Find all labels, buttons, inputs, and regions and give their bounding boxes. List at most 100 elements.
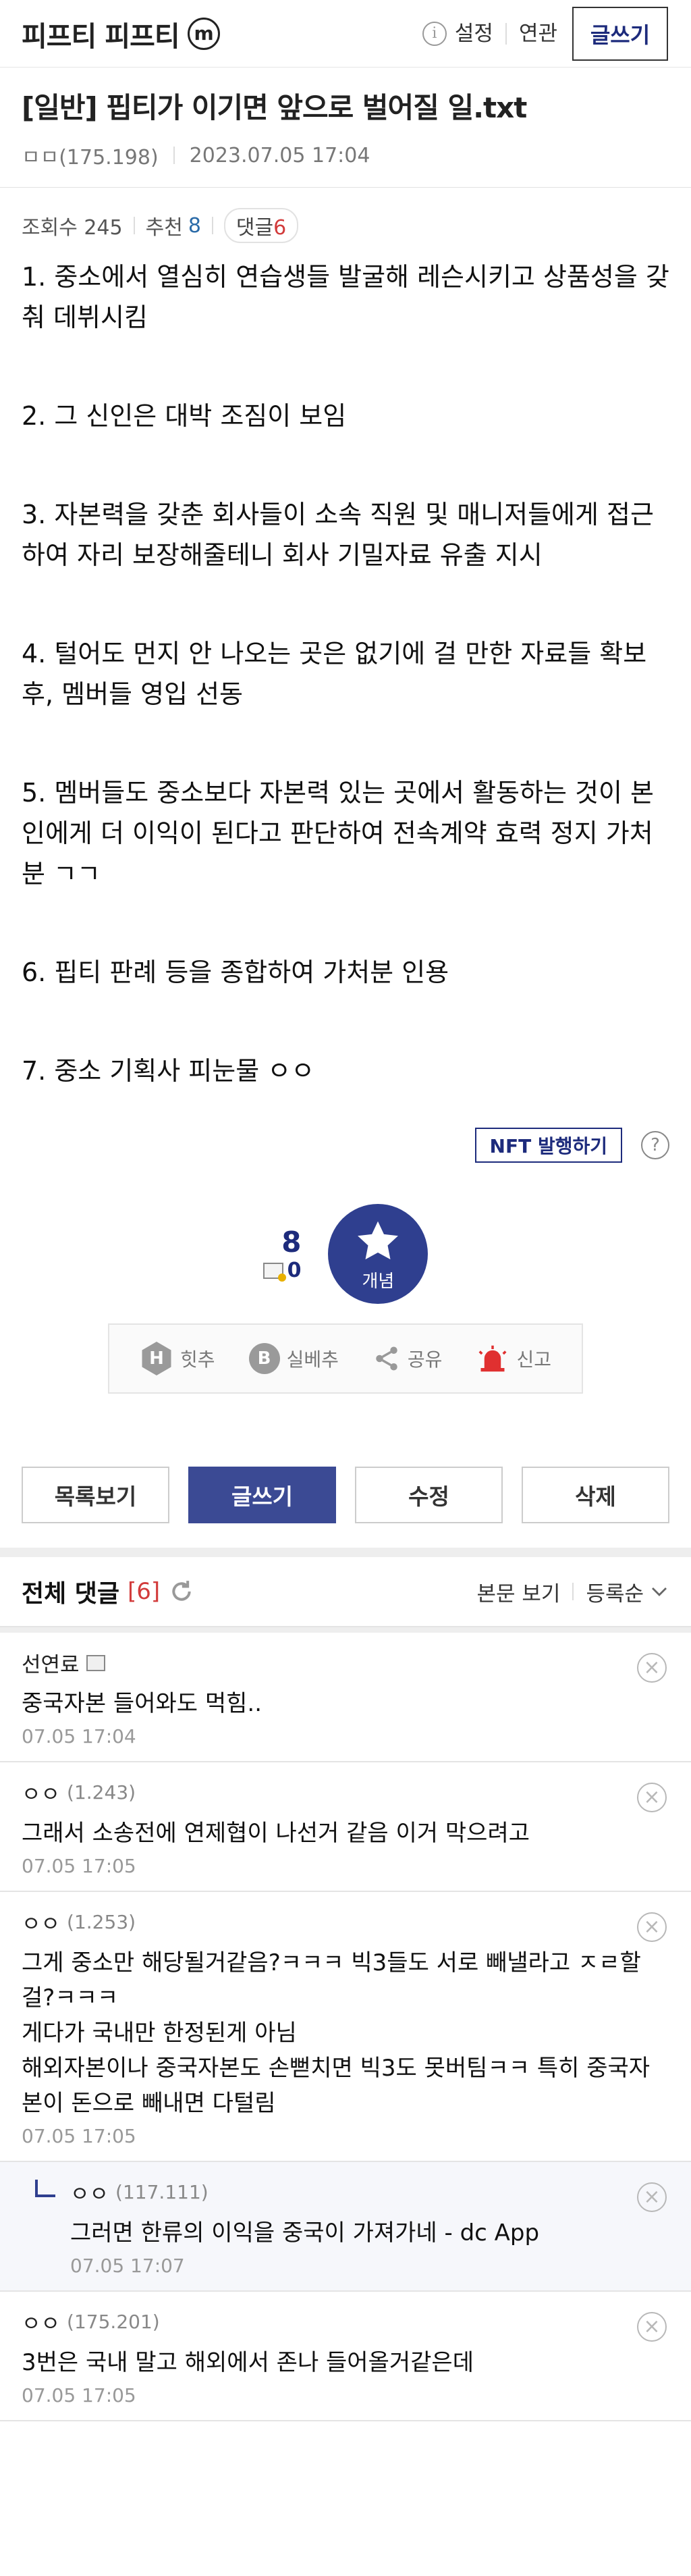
share-label: 공유 [407,1348,443,1371]
comment-author[interactable]: ㅇㅇ [22,2307,60,2337]
comment-date: 07.05 17:05 [22,1855,136,1877]
comment-author-row: ㅇㅇ (117.111) [70,2177,669,2207]
delete-comment-icon[interactable]: × [637,1783,667,1812]
comment-item: 선연료중국자본 들어와도 먹힘.. 07.05 17:04 × [0,1633,691,1762]
post-body: 1. 중소에서 열심히 연습생들 발굴해 레슨시키고 상품성을 갖춰 데뷔시킴 … [0,243,691,1128]
help-icon[interactable]: ? [641,1131,669,1159]
comment-date: 07.05 17:04 [22,1725,136,1747]
star-icon [358,1221,399,1259]
post-meta: ㅁㅁ(175.198) 2023.07.05 17:04 [22,140,669,170]
post-header: [일반] 핍티가 이기면 앞으로 벌어질 일.txt ㅁㅁ(175.198) 2… [0,68,691,188]
report-button[interactable]: 신고 [476,1344,551,1373]
list-button[interactable]: 목록보기 [22,1467,169,1523]
hit-recommend-button[interactable]: H 힛추 [140,1342,215,1375]
comment-item: ㅇㅇ (1.243) 그래서 소송전에 연제협이 나선거 같음 이거 막으려고 07.… [0,1762,691,1892]
post-actions: 목록보기 글쓰기 수정 삭제 [0,1467,691,1523]
divider [133,217,135,234]
post-author[interactable]: ㅁㅁ(175.198) [22,140,159,170]
comments-controls: 본문 보기 등록순 [477,1577,670,1607]
view-body-link[interactable]: 본문 보기 [477,1577,561,1607]
post-title: [일반] 핍티가 이기면 앞으로 벌어질 일.txt [22,91,527,124]
comment-label: 댓글 [236,216,274,240]
recommend-area: 8 0 개념 [0,1203,691,1305]
best-icon: B [248,1343,280,1374]
share-button[interactable]: 공유 [372,1344,443,1373]
gallery-name[interactable]: 피프티 피프티 m [22,14,220,54]
view-count: 조회수 245 [22,216,123,240]
comment-author[interactable]: ㅇㅇ [70,2177,109,2207]
body-paragraph: 5. 멤버들도 중소보다 자본력 있는 곳에서 활동하는 것이 본인에게 더 이… [22,778,654,889]
comment-date: 07.05 17:05 [22,2384,136,2407]
comments-title: 전체 댓글 [22,1580,120,1608]
fixed-nick-icon [86,1654,105,1671]
comments-list: 선연료중국자본 들어와도 먹힘.. 07.05 17:04 × ㅇㅇ (1.243) 그래… [0,1633,691,2421]
divider [572,1583,574,1600]
comment-text: 그래서 소송전에 연제협이 나선거 같음 이거 막으려고 [22,1820,530,1847]
recommend-button[interactable]: 개념 [328,1204,429,1304]
gallery-title[interactable]: 피프티 피프티 [22,14,180,54]
fixed-recommend-count: 0 [287,1259,302,1282]
comment-author[interactable]: 선연료 [22,1648,80,1678]
sort-select[interactable]: 등록순 [586,1577,644,1607]
siren-icon [478,1345,507,1372]
recommend-button-label: 개념 [362,1271,395,1292]
delete-comment-icon[interactable]: × [637,2312,667,2342]
comment-text: 그게 중소만 해당될거같음?ㅋㅋㅋ 빅3들도 서로 빼낼라고 ㅈㄹ할걸?ㅋㅋㅋ 게… [22,1949,651,2117]
divider [173,147,175,164]
comment-text: 그러면 한류의 이익을 중국이 가져가네 - dc App [70,2219,540,2246]
top-bar: 피프티 피프티 m i 설정 연관 글쓰기 [0,0,691,68]
delete-button[interactable]: 삭제 [522,1467,669,1523]
delete-comment-icon[interactable]: × [637,1912,667,1942]
comment-text: 중국자본 들어와도 먹힘.. [22,1690,262,1717]
related-link[interactable]: 연관 [505,22,570,45]
comment-ip: (1.243) [67,1781,136,1804]
info-icon[interactable]: i [422,21,447,46]
comment-author-row: ㅇㅇ (175.201) [22,2307,669,2337]
comment-item: ㅇㅇ (175.201) 3번은 국내 말고 해외에서 존나 들어올거같은데 07.0… [0,2292,691,2421]
comments-header: 전체 댓글 [6] 본문 보기 등록순 [0,1557,691,1627]
comment-ip: (1.253) [67,1911,136,1933]
comment-author-row: ㅇㅇ (1.243) [22,1777,669,1808]
minor-gallery-badge-icon: m [187,17,220,50]
write-button-top[interactable]: 글쓰기 [572,6,668,61]
body-paragraph: 1. 중소에서 열심히 연습생들 발굴해 레슨시키고 상품성을 갖춰 데뷔시킴 [22,262,669,332]
comment-author[interactable]: ㅇㅇ [22,1777,60,1808]
body-paragraph: 4. 털어도 먼지 안 나오는 곳은 없기에 걸 만한 자료들 확보 후, 멤버… [22,639,647,709]
comments-count: [6] [128,1578,161,1605]
divider [211,217,213,234]
best-label: 실베추 [286,1348,339,1371]
comment-count: 6 [273,216,287,240]
write-button[interactable]: 글쓰기 [188,1467,336,1523]
recommend-counts: 8 0 [262,1226,302,1282]
post-date: 2023.07.05 17:04 [189,143,370,167]
delete-comment-icon[interactable]: × [637,2182,667,2212]
comment-text: 3번은 국내 말고 해외에서 존나 들어올거같은데 [22,2349,474,2376]
hit-icon: H [142,1342,171,1375]
body-paragraph: 6. 핍티 판례 등을 종합하여 가처분 인용 [22,957,449,987]
comment-ip: (117.111) [115,2181,209,2203]
best-recommend-button[interactable]: B 실베추 [248,1343,339,1374]
recommend-up-count: 8 [281,1226,302,1259]
share-icon [376,1346,397,1371]
comment-author-row: 선연료 [22,1648,669,1678]
fixed-nick-icon [262,1262,286,1282]
share-bar: H 힛추 B 실베추 공유 신고 [108,1323,583,1394]
edit-button[interactable]: 수정 [355,1467,503,1523]
settings-link[interactable]: 설정 [447,23,505,45]
comment-author-row: ㅇㅇ (1.253) [22,1907,669,1937]
chevron-down-icon[interactable] [649,1581,669,1602]
comment-count-badge[interactable]: 댓글6 [223,208,299,243]
nft-issue-button[interactable]: NFT 발행하기 [474,1128,622,1163]
refresh-icon[interactable] [168,1578,195,1605]
body-paragraph: 2. 그 신인은 대박 조짐이 보임 [22,401,347,431]
fixed-recommend: 0 [262,1259,302,1282]
comment-date: 07.05 17:05 [22,2125,136,2147]
reply-comment: ㅇㅇ (117.111) 그러면 한류의 이익을 중국이 가져가네 - dc App… [0,2162,691,2292]
recommend-label: 추천 [145,216,183,240]
body-paragraph: 7. 중소 기획사 피눈물 ㅇㅇ [22,1056,315,1086]
report-label: 신고 [516,1348,551,1371]
comment-author[interactable]: ㅇㅇ [22,1907,60,1937]
comment-date: 07.05 17:07 [70,2255,185,2277]
delete-comment-icon[interactable]: × [637,1653,667,1683]
body-paragraph: 3. 자본력을 갖춘 회사들이 소속 직원 및 매니저들에게 접근하여 자리 보… [22,500,654,570]
